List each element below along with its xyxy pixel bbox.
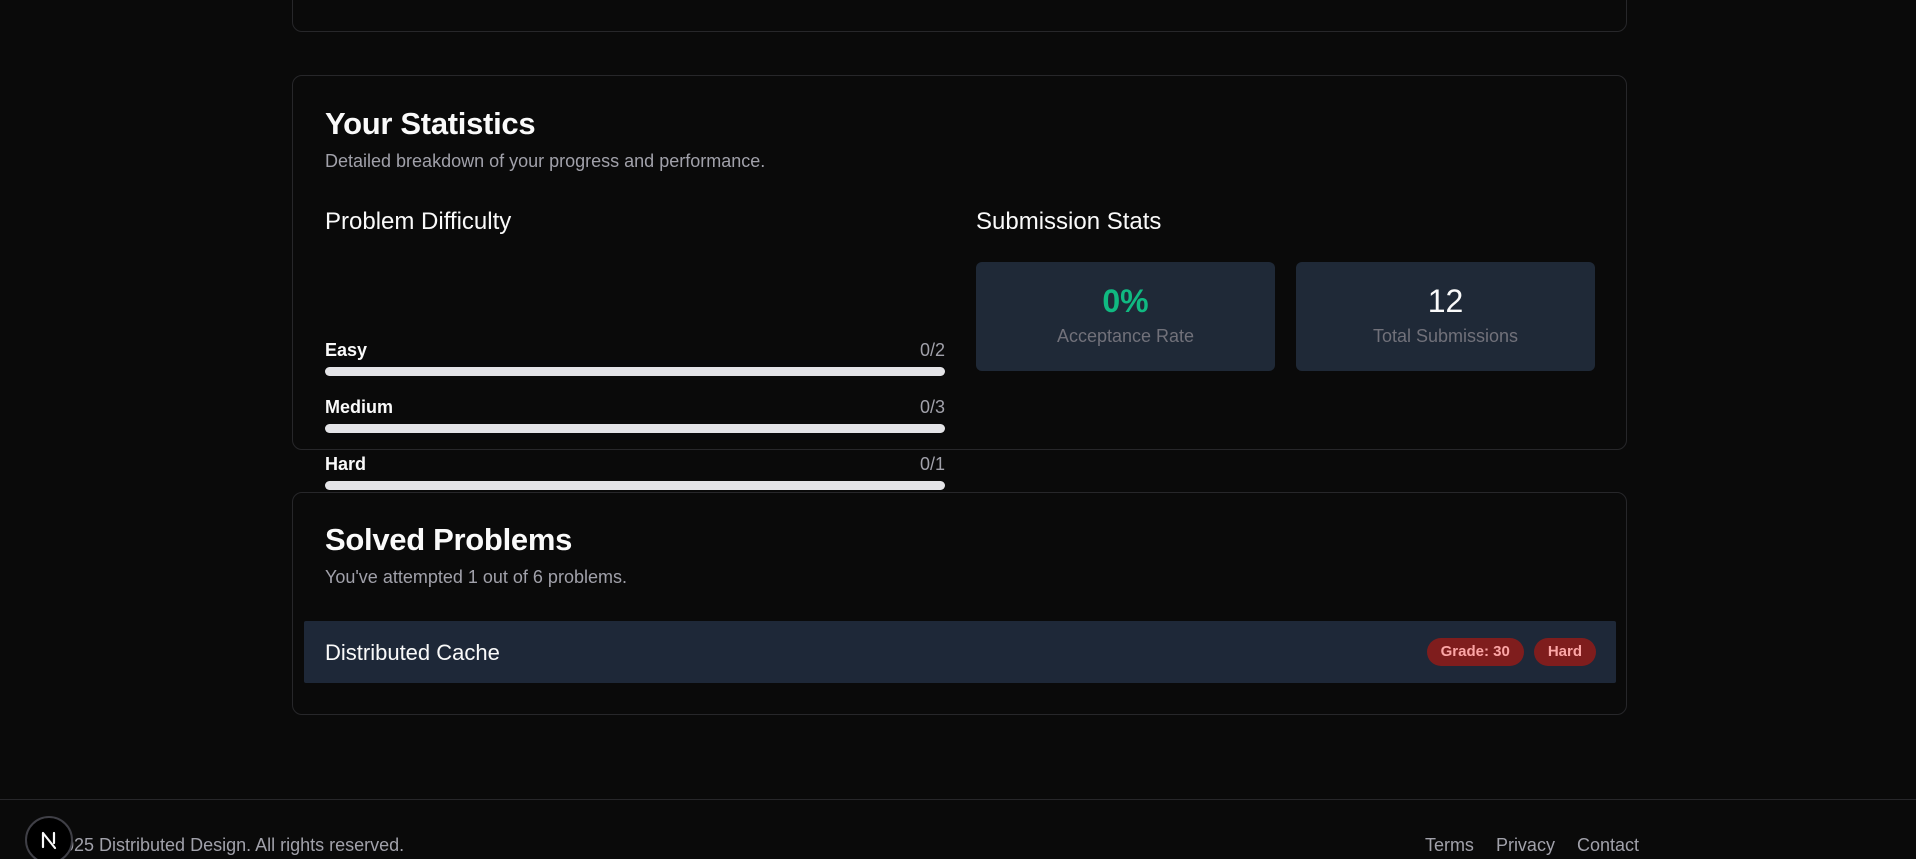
progress-bar — [325, 367, 945, 376]
statistics-card: Your Statistics Detailed breakdown of yo… — [292, 75, 1627, 490]
progress-bar — [325, 481, 945, 490]
difficulty-badge: Hard — [1533, 638, 1596, 666]
problem-difficulty-section: Problem Difficulty Easy 0/2 Medium 0/3 H… — [325, 76, 945, 490]
problem-difficulty-title: Problem Difficulty — [325, 208, 512, 235]
progress-bar — [325, 424, 945, 433]
difficulty-row-easy: Easy 0/2 — [325, 340, 945, 380]
previous-card — [292, 0, 1627, 32]
difficulty-count: 0/2 — [919, 340, 945, 360]
total-submissions-value: 12 — [1427, 283, 1464, 319]
footer-links: Terms Privacy Contact — [1425, 835, 1639, 856]
footer-link-terms[interactable]: Terms — [1425, 835, 1474, 856]
submission-stats-title: Submission Stats — [976, 208, 1162, 235]
acceptance-rate-value: 0% — [1102, 283, 1149, 319]
copyright-text: 025 Distributed Design. All rights reser… — [64, 835, 405, 855]
footer-link-privacy[interactable]: Privacy — [1496, 835, 1555, 856]
difficulty-label: Medium — [325, 397, 394, 417]
acceptance-rate-label: Acceptance Rate — [1056, 326, 1195, 346]
total-submissions-box: 12 Total Submissions — [1296, 262, 1595, 371]
difficulty-count: 0/3 — [919, 397, 945, 417]
problem-title: Distributed Cache — [325, 640, 500, 665]
solved-problems-title: Solved Problems — [325, 522, 573, 557]
difficulty-label: Hard — [325, 454, 367, 474]
footer-link-contact[interactable]: Contact — [1577, 835, 1639, 856]
difficulty-row-hard: Hard 0/1 — [325, 454, 945, 494]
grade-badge: Grade: 30 — [1426, 638, 1524, 666]
difficulty-count: 0/1 — [919, 454, 945, 474]
problem-row-distributed-cache[interactable]: Distributed Cache Grade: 30 Hard — [304, 621, 1616, 683]
nextjs-logo-glyph — [41, 831, 57, 850]
total-submissions-label: Total Submissions — [1372, 326, 1519, 346]
difficulty-label: Easy — [325, 340, 368, 360]
acceptance-rate-box: 0% Acceptance Rate — [976, 262, 1275, 371]
footer: 025 Distributed Design. All rights reser… — [0, 799, 1916, 859]
solved-problems-description: You've attempted 1 out of 6 problems. — [325, 567, 627, 587]
problem-badges: Grade: 30 Hard — [1426, 638, 1596, 666]
solved-problems-card: Solved Problems You've attempted 1 out o… — [292, 492, 1627, 715]
difficulty-row-medium: Medium 0/3 — [325, 397, 945, 437]
nextjs-icon[interactable] — [25, 816, 73, 859]
profile-page: Your Statistics Detailed breakdown of yo… — [0, 0, 1916, 859]
submission-stats-section: Submission Stats 0% Acceptance Rate 12 T… — [976, 76, 1596, 449]
